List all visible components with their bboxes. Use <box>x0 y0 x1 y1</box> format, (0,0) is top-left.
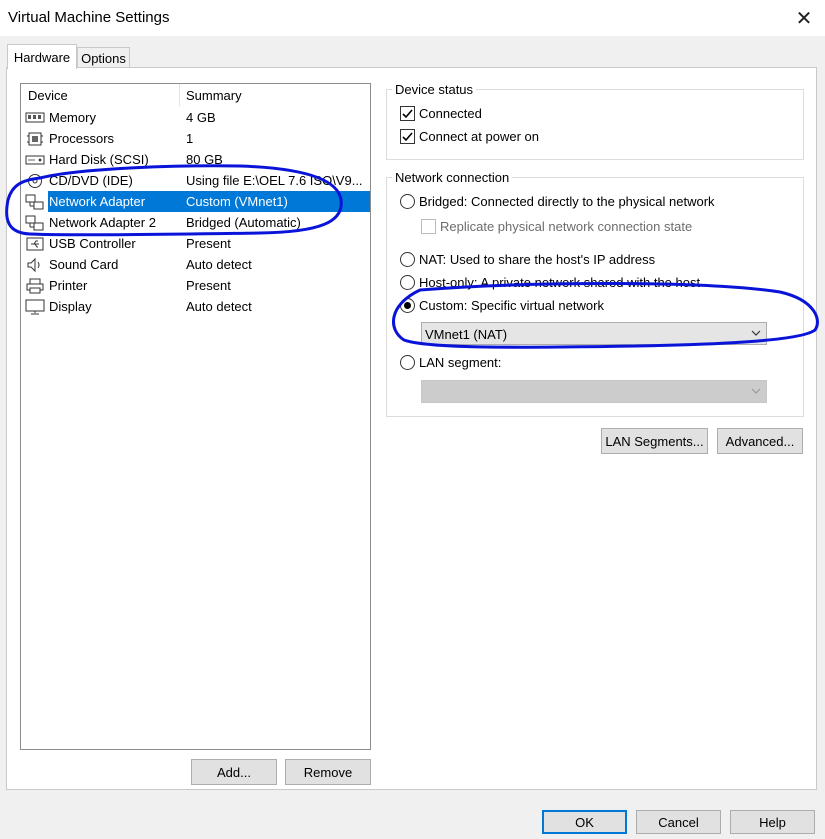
lan-segment-radio[interactable] <box>400 355 415 370</box>
device-name: Network Adapter <box>48 194 147 209</box>
add-button[interactable]: Add... <box>191 759 277 785</box>
chevron-down-icon <box>751 388 761 394</box>
close-button[interactable]: ✕ <box>790 4 818 32</box>
speaker-icon <box>25 257 45 273</box>
chevron-down-icon <box>751 330 761 336</box>
memory-icon <box>25 110 45 126</box>
hard-disk-icon <box>25 152 45 168</box>
bridged-label: Bridged: Connected directly to the physi… <box>419 194 715 209</box>
lan-segments-button[interactable]: LAN Segments... <box>601 428 708 454</box>
tab-options[interactable]: Options <box>77 47 130 69</box>
device-status-group <box>386 89 804 160</box>
device-summary: 1 <box>186 131 194 146</box>
device-name: Memory <box>49 110 96 125</box>
device-list-header: Device Summary <box>21 84 370 106</box>
window-title: Virtual Machine Settings <box>8 9 170 26</box>
custom-network-dropdown[interactable]: VMnet1 (NAT) <box>421 322 767 345</box>
replicate-state-checkbox[interactable] <box>421 219 436 234</box>
device-row-display[interactable]: Display Auto detect <box>23 296 370 317</box>
device-name: USB Controller <box>49 236 136 251</box>
device-name: Network Adapter 2 <box>49 215 156 230</box>
advanced-button[interactable]: Advanced... <box>717 428 803 454</box>
tab-options-label: Options <box>81 51 126 66</box>
tab-hardware-label: Hardware <box>13 49 71 65</box>
device-row-cd-dvd[interactable]: CD/DVD (IDE) Using file E:\OEL 7.6 ISO\V… <box>23 170 370 191</box>
checkmark-icon <box>402 132 413 142</box>
lan-segment-label: LAN segment: <box>419 355 502 370</box>
host-only-label: Host-only: A private network shared with… <box>419 275 701 290</box>
device-summary: Present <box>186 236 231 251</box>
network-adapter-icon <box>25 194 45 210</box>
connected-label: Connected <box>419 106 482 121</box>
custom-label: Custom: Specific virtual network <box>419 298 604 313</box>
column-header-summary[interactable]: Summary <box>181 84 370 106</box>
device-status-title: Device status <box>392 82 477 97</box>
device-name: Display <box>49 299 92 314</box>
replicate-state-label: Replicate physical network connection st… <box>440 219 693 234</box>
usb-icon <box>25 236 45 252</box>
connect-at-power-on-label: Connect at power on <box>419 129 539 144</box>
lan-segment-dropdown[interactable] <box>421 380 767 403</box>
tab-hardware[interactable]: Hardware <box>7 44 77 69</box>
cd-dvd-icon <box>25 173 45 189</box>
custom-radio[interactable] <box>400 298 415 313</box>
display-icon <box>25 299 45 315</box>
device-summary: Present <box>186 278 231 293</box>
column-header-device[interactable]: Device <box>21 84 180 106</box>
network-adapter-icon <box>25 215 45 231</box>
device-name: Printer <box>49 278 88 293</box>
processor-icon <box>25 131 45 147</box>
nat-label: NAT: Used to share the host's IP address <box>419 252 656 267</box>
device-name: Hard Disk (SCSI) <box>49 152 149 167</box>
device-row-processors[interactable]: Processors 1 <box>23 128 370 149</box>
device-summary: Auto detect <box>186 257 252 272</box>
device-list[interactable]: Device Summary Memory 4 GB Processors 1 … <box>20 83 371 750</box>
help-button[interactable]: Help <box>730 810 815 834</box>
device-summary: Auto detect <box>186 299 252 314</box>
device-name: Processors <box>49 131 115 146</box>
device-row-usb-controller[interactable]: USB Controller Present <box>23 233 370 254</box>
device-row-hard-disk[interactable]: Hard Disk (SCSI) 80 GB <box>23 149 370 170</box>
device-row-network-adapter-2[interactable]: Network Adapter 2 Bridged (Automatic) <box>23 212 370 233</box>
connect-at-power-on-checkbox[interactable] <box>400 129 415 144</box>
close-icon: ✕ <box>795 7 813 30</box>
device-summary: Custom (VMnet1) <box>186 194 288 209</box>
custom-network-value: VMnet1 (NAT) <box>425 327 508 342</box>
device-name: CD/DVD (IDE) <box>49 173 133 188</box>
device-summary: Bridged (Automatic) <box>186 215 301 230</box>
device-row-printer[interactable]: Printer Present <box>23 275 370 296</box>
remove-button[interactable]: Remove <box>285 759 371 785</box>
device-row-memory[interactable]: Memory 4 GB <box>23 107 370 128</box>
device-row-network-adapter[interactable]: Network Adapter Custom (VMnet1) <box>23 191 370 212</box>
nat-radio[interactable] <box>400 252 415 267</box>
network-connection-title: Network connection <box>392 170 513 185</box>
host-only-radio[interactable] <box>400 275 415 290</box>
device-row-sound-card[interactable]: Sound Card Auto detect <box>23 254 370 275</box>
title-bar: Virtual Machine Settings ✕ <box>0 0 825 36</box>
bridged-radio[interactable] <box>400 194 415 209</box>
device-summary: 4 GB <box>186 110 216 125</box>
connected-checkbox[interactable] <box>400 106 415 121</box>
ok-button[interactable]: OK <box>542 810 627 834</box>
checkmark-icon <box>402 109 413 119</box>
printer-icon <box>25 278 45 294</box>
device-summary: Using file E:\OEL 7.6 ISO\V9... <box>186 173 363 188</box>
device-name: Sound Card <box>49 257 119 272</box>
device-summary: 80 GB <box>186 152 223 167</box>
cancel-button[interactable]: Cancel <box>636 810 721 834</box>
